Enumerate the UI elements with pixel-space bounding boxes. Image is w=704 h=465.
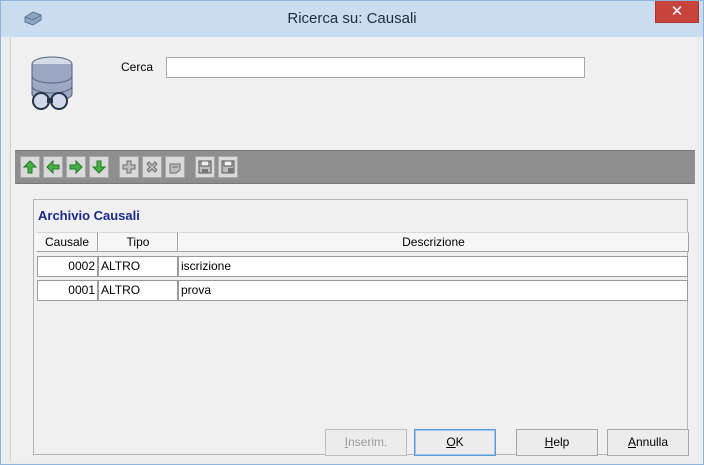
grid-header: Causale Tipo Descrizione (36, 232, 689, 252)
dialog-window: Ricerca su: Causali ✕ Cerca Archivio Cau… (0, 0, 704, 465)
delete-record-button[interactable] (142, 156, 162, 178)
arrow-up-icon (22, 160, 38, 174)
cell-causale[interactable]: 0002 (37, 256, 98, 277)
cell-descrizione[interactable]: iscrizione (178, 256, 688, 277)
x-icon (146, 161, 158, 173)
previous-record-button[interactable] (43, 156, 63, 178)
arrow-right-icon (69, 159, 83, 175)
save-icon (198, 160, 212, 174)
column-header-causale[interactable]: Causale (36, 232, 98, 252)
close-icon: ✕ (670, 3, 684, 20)
cell-causale[interactable]: 0001 (37, 280, 98, 301)
title-bar[interactable]: Ricerca su: Causali ✕ (1, 1, 703, 37)
archive-title: Archivio Causali (38, 208, 140, 223)
undo-button[interactable] (165, 156, 185, 178)
last-record-button[interactable] (89, 156, 109, 178)
arrow-left-icon (46, 159, 60, 175)
window-title: Ricerca su: Causali (287, 10, 417, 27)
column-header-tipo[interactable]: Tipo (98, 232, 178, 252)
table-row[interactable]: 0001 ALTRO prova (37, 280, 689, 301)
insert-button[interactable]: Inserim. (325, 429, 407, 456)
navigation-toolbar (15, 150, 695, 184)
save-all-icon (221, 160, 235, 174)
cancel-button[interactable]: Annulla (607, 429, 689, 456)
archive-panel: Archivio Causali Causale Tipo Descrizion… (33, 199, 689, 455)
dialog-body: Cerca Archivio Causali Causale Tipo Desc… (10, 37, 696, 461)
arrow-down-icon (91, 160, 107, 174)
plus-icon (122, 160, 136, 174)
ok-button[interactable]: OK (414, 429, 496, 456)
database-search-icon (31, 56, 73, 110)
add-record-button[interactable] (119, 156, 139, 178)
close-button[interactable]: ✕ (655, 1, 699, 23)
undo-icon (169, 163, 181, 174)
save-button[interactable] (195, 156, 215, 178)
table-row[interactable]: 0002 ALTRO iscrizione (37, 256, 689, 277)
search-input[interactable] (166, 57, 585, 78)
search-label: Cerca (121, 60, 154, 74)
next-record-button[interactable] (66, 156, 86, 178)
cell-tipo[interactable]: ALTRO (98, 256, 178, 277)
column-header-descrizione[interactable]: Descrizione (178, 232, 689, 252)
help-button[interactable]: Help (516, 429, 598, 456)
first-record-button[interactable] (20, 156, 40, 178)
cell-descrizione[interactable]: prova (178, 280, 688, 301)
save-all-button[interactable] (218, 156, 238, 178)
cell-tipo[interactable]: ALTRO (98, 280, 178, 301)
